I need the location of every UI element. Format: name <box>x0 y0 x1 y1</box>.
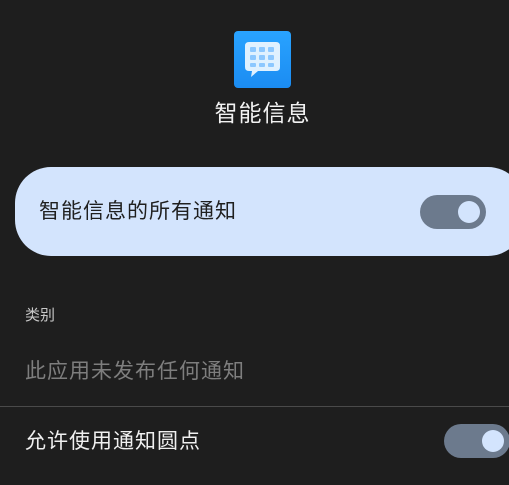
all-notifications-label: 智能信息的所有通知 <box>39 199 237 223</box>
categories-header: 类别 <box>25 306 56 324</box>
notification-settings-screen: 智能信息 智能信息的所有通知 类别 此应用未发布任何通知 允许使用通知圆点 <box>0 0 509 485</box>
no-categories-message: 此应用未发布任何通知 <box>25 359 245 383</box>
all-notifications-row[interactable]: 智能信息的所有通知 <box>15 167 509 256</box>
app-header: 智能信息 <box>0 0 509 150</box>
notification-dot-label: 允许使用通知圆点 <box>25 429 201 453</box>
toggle-thumb <box>482 430 504 452</box>
all-notifications-toggle[interactable] <box>420 195 486 229</box>
toggle-thumb <box>458 201 480 223</box>
chat-grid-icon <box>234 31 291 88</box>
notification-dot-toggle[interactable] <box>444 424 509 458</box>
notification-dot-row[interactable]: 允许使用通知圆点 <box>0 407 509 485</box>
app-name: 智能信息 <box>214 101 311 127</box>
